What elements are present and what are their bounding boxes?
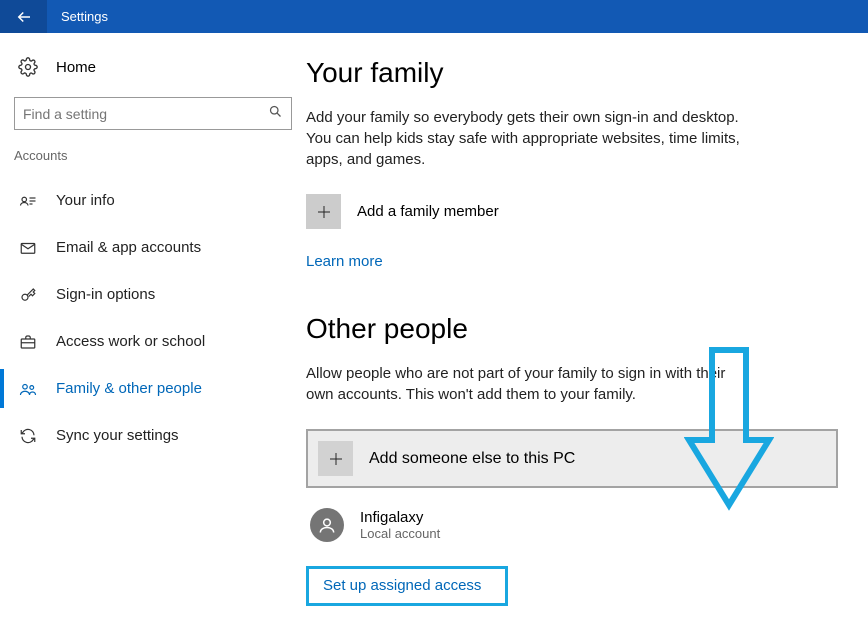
other-people-section: Other people Allow people who are not pa… — [306, 313, 838, 606]
sidebar-item-label: Your info — [56, 192, 115, 209]
sidebar-item-family-other[interactable]: Family & other people — [0, 365, 306, 412]
sidebar: Home Accounts Your info Email & app acco… — [0, 33, 306, 630]
plus-icon — [318, 441, 353, 476]
user-meta: Infigalaxy Local account — [360, 509, 440, 541]
main-panel: Your family Add your family so everybody… — [306, 33, 868, 630]
user-name: Infigalaxy — [360, 509, 440, 526]
briefcase-icon — [18, 332, 38, 352]
sidebar-item-label: Family & other people — [56, 380, 202, 397]
add-someone-label: Add someone else to this PC — [369, 450, 575, 468]
mail-icon — [18, 238, 38, 258]
sidebar-item-label: Sign-in options — [56, 286, 155, 303]
search-icon — [268, 104, 283, 124]
back-button[interactable] — [0, 0, 47, 33]
setup-assigned-access-link[interactable]: Set up assigned access — [323, 577, 481, 594]
add-someone-else[interactable]: Add someone else to this PC — [306, 429, 838, 488]
search-container — [0, 97, 306, 148]
sidebar-item-email-accounts[interactable]: Email & app accounts — [0, 224, 306, 271]
search-box[interactable] — [14, 97, 292, 130]
person-card-icon — [18, 191, 38, 211]
sync-icon — [18, 426, 38, 446]
other-description: Allow people who are not part of your fa… — [306, 363, 746, 405]
sidebar-item-label: Email & app accounts — [56, 239, 201, 256]
sidebar-item-signin-options[interactable]: Sign-in options — [0, 271, 306, 318]
family-description: Add your family so everybody gets their … — [306, 107, 746, 170]
window-title: Settings — [61, 9, 108, 24]
avatar-icon — [310, 508, 344, 542]
sidebar-item-label: Access work or school — [56, 333, 205, 350]
key-icon — [18, 285, 38, 305]
assigned-access-highlight: Set up assigned access — [306, 566, 508, 606]
titlebar: Settings — [0, 0, 868, 33]
sidebar-home-label: Home — [56, 59, 96, 76]
back-arrow-icon — [15, 8, 33, 26]
plus-icon — [306, 194, 341, 229]
gear-icon — [18, 57, 38, 77]
sidebar-section-header: Accounts — [0, 148, 306, 177]
user-type: Local account — [360, 526, 440, 541]
learn-more-link[interactable]: Learn more — [306, 253, 383, 270]
people-icon — [18, 379, 38, 399]
add-family-label: Add a family member — [357, 203, 499, 220]
sidebar-home[interactable]: Home — [0, 47, 306, 87]
sidebar-item-work-school[interactable]: Access work or school — [0, 318, 306, 365]
other-heading: Other people — [306, 313, 838, 345]
add-family-member[interactable]: Add a family member — [306, 194, 838, 229]
content: Home Accounts Your info Email & app acco… — [0, 33, 868, 630]
other-user-row[interactable]: Infigalaxy Local account — [306, 502, 838, 548]
sidebar-item-label: Sync your settings — [56, 427, 179, 444]
family-heading: Your family — [306, 57, 838, 89]
sidebar-item-sync[interactable]: Sync your settings — [0, 412, 306, 459]
search-input[interactable] — [23, 106, 268, 122]
sidebar-item-your-info[interactable]: Your info — [0, 177, 306, 224]
